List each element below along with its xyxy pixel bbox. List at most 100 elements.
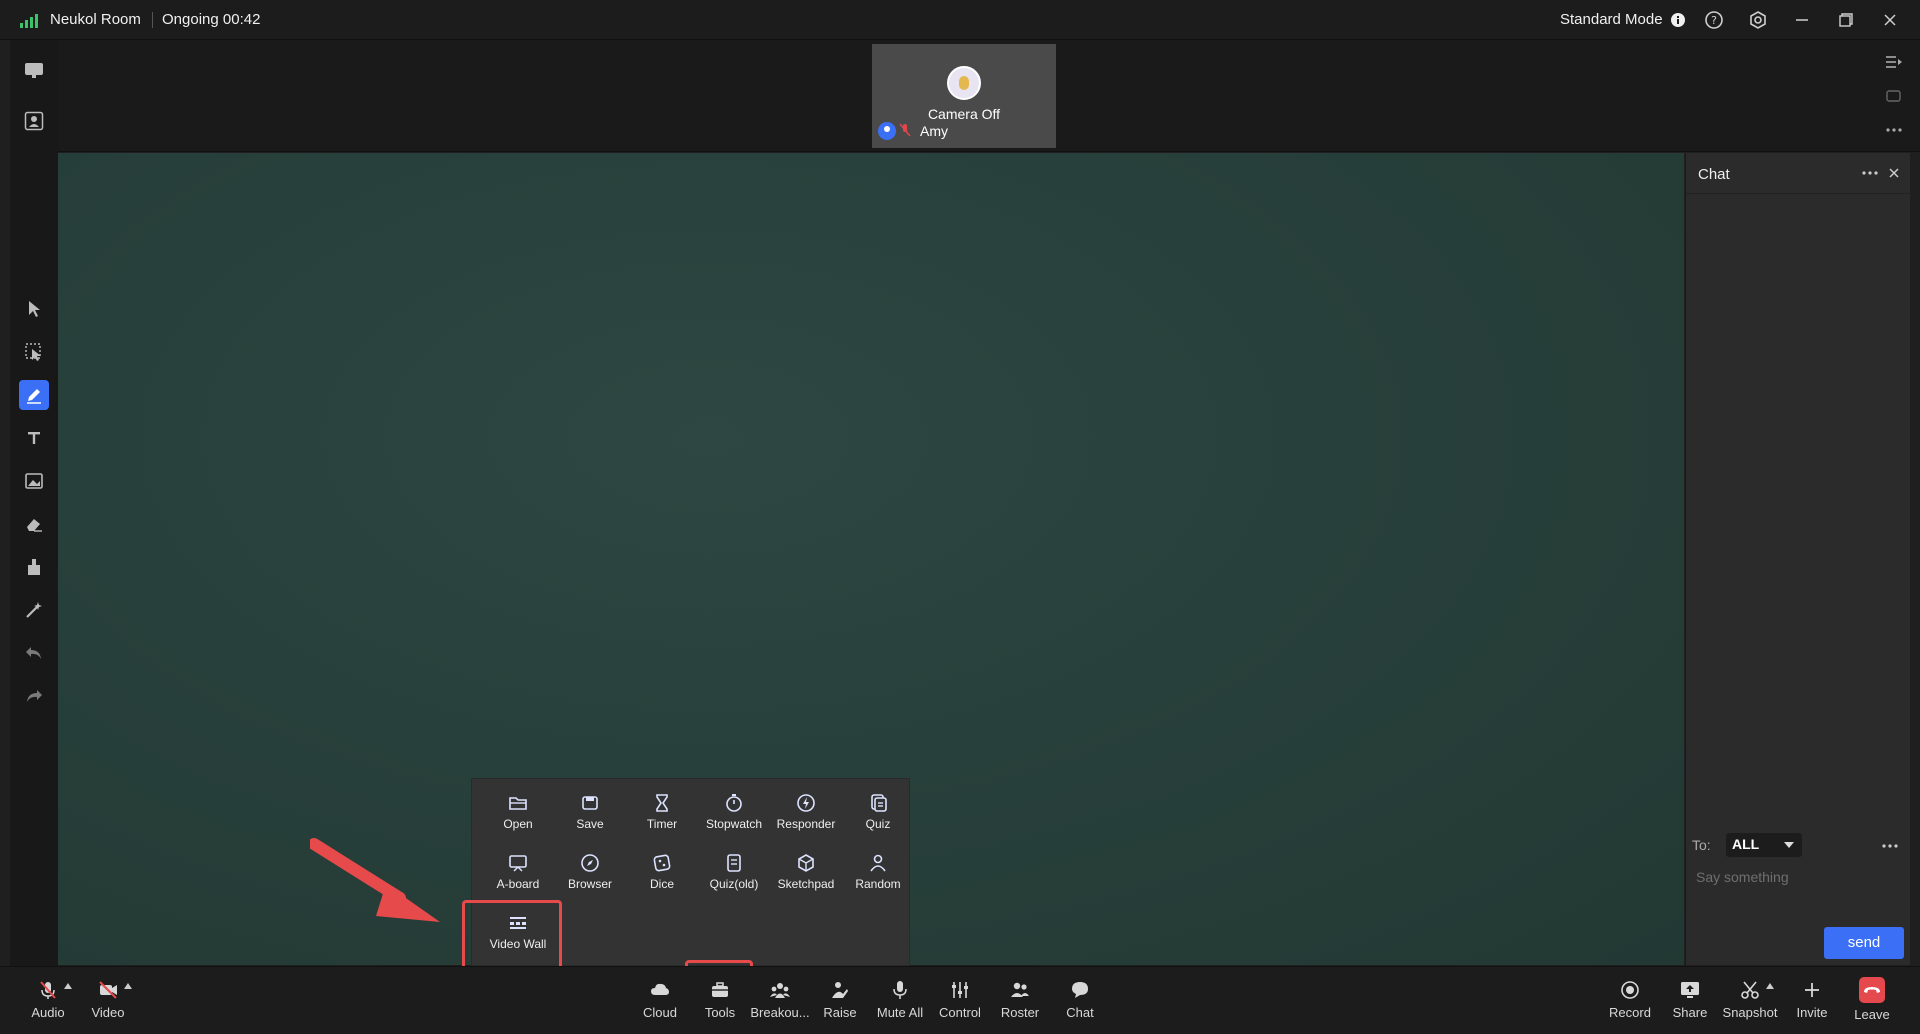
- redo-icon[interactable]: [19, 681, 49, 711]
- roster-button[interactable]: Roster: [990, 975, 1050, 1029]
- camera-off-label: Camera Off: [927, 106, 1001, 122]
- image-tool-icon[interactable]: [19, 466, 49, 496]
- chat-panel: Chat To: ALL send: [1685, 153, 1911, 965]
- signal-strength-icon: [20, 12, 40, 28]
- mic-off-icon: [899, 123, 911, 140]
- tools-label: Tools: [704, 1005, 736, 1020]
- tool-label: Dice: [649, 877, 674, 891]
- chevron-up-icon[interactable]: [124, 983, 132, 989]
- tool-quiz[interactable]: Quiz: [842, 793, 914, 837]
- quiz-icon: [871, 794, 887, 812]
- control-bar: Audio Video Cloud Tools Breakou... Raise…: [0, 966, 1920, 1034]
- more-options-icon[interactable]: [1882, 118, 1906, 142]
- tools-button[interactable]: Tools: [690, 975, 750, 1029]
- tool-stopwatch[interactable]: Stopwatch: [698, 793, 770, 837]
- settings-icon[interactable]: [1746, 8, 1770, 32]
- undo-icon[interactable]: [19, 638, 49, 668]
- tool-save[interactable]: Save: [554, 793, 626, 837]
- user-role-icon: [878, 122, 896, 140]
- tool-responder[interactable]: Responder: [770, 793, 842, 837]
- chat-button[interactable]: Chat: [1050, 975, 1110, 1029]
- roster-people-icon: [1011, 982, 1029, 997]
- pen-icon[interactable]: [19, 380, 49, 410]
- info-icon[interactable]: [1666, 8, 1690, 32]
- tool-random[interactable]: Random: [842, 853, 914, 897]
- chat-title: Chat: [1698, 166, 1730, 183]
- tool-sketchpad[interactable]: Sketchpad: [770, 853, 842, 897]
- scissors-icon: [1741, 981, 1759, 999]
- snapshot-button[interactable]: Snapshot: [1720, 975, 1780, 1029]
- title-divider: [152, 12, 153, 28]
- leave-phone-icon: [1859, 977, 1885, 1003]
- tool-browser[interactable]: Browser: [554, 853, 626, 897]
- clear-board-icon[interactable]: [19, 552, 49, 582]
- chat-label: Chat: [1066, 1005, 1094, 1020]
- toolbox-icon: [712, 982, 728, 997]
- share-button[interactable]: Share: [1660, 975, 1720, 1029]
- pointer-icon[interactable]: [19, 294, 49, 324]
- raise-button[interactable]: Raise: [810, 975, 870, 1029]
- tool-label: Timer: [646, 817, 678, 831]
- selection-icon[interactable]: [19, 337, 49, 367]
- mute-all-button[interactable]: Mute All: [870, 975, 930, 1029]
- compass-icon: [581, 854, 599, 872]
- random-user-icon: [870, 854, 886, 872]
- minimize-icon[interactable]: [1790, 8, 1814, 32]
- roster-label: Roster: [1000, 1005, 1040, 1020]
- help-icon[interactable]: ?: [1702, 8, 1726, 32]
- close-icon[interactable]: [1878, 8, 1902, 32]
- tool-label: Save: [576, 817, 604, 831]
- eraser-icon[interactable]: [19, 509, 49, 539]
- chat-input-more-icon[interactable]: [1882, 835, 1898, 853]
- courseware-icon[interactable]: [19, 56, 49, 86]
- recipient-select[interactable]: ALL: [1726, 833, 1802, 857]
- quiz-old-icon: [727, 854, 741, 872]
- mic-off-icon: [40, 981, 56, 999]
- hourglass-icon: [656, 794, 668, 812]
- send-button[interactable]: send: [1824, 927, 1904, 959]
- text-tool-icon[interactable]: [19, 423, 49, 453]
- record-button[interactable]: Record: [1600, 975, 1660, 1029]
- layout-list-icon[interactable]: [1882, 50, 1906, 74]
- chevron-up-icon[interactable]: [64, 983, 72, 989]
- svg-text:?: ?: [1711, 14, 1717, 27]
- member-view-icon[interactable]: [19, 106, 49, 136]
- chat-message-input[interactable]: [1696, 869, 1896, 885]
- magic-wand-icon[interactable]: [19, 595, 49, 625]
- mode-label[interactable]: Standard Mode: [1560, 11, 1663, 28]
- audio-button[interactable]: Audio: [18, 975, 78, 1029]
- control-label: Control: [939, 1005, 981, 1020]
- control-button[interactable]: Control: [930, 975, 990, 1029]
- leave-button[interactable]: Leave: [1842, 975, 1902, 1029]
- raise-label: Raise: [823, 1005, 857, 1020]
- stopwatch-icon: [726, 794, 742, 812]
- video-button[interactable]: Video: [78, 975, 138, 1029]
- cloud-button[interactable]: Cloud: [630, 975, 690, 1029]
- tool-open[interactable]: Open: [482, 793, 554, 837]
- mute-all-label: Mute All: [876, 1005, 924, 1020]
- breakout-button[interactable]: Breakou...: [750, 975, 810, 1029]
- record-label: Record: [1609, 1005, 1651, 1020]
- chevron-down-icon: [1784, 842, 1794, 848]
- chat-more-icon[interactable]: [1860, 163, 1880, 183]
- tool-timer[interactable]: Timer: [626, 793, 698, 837]
- video-label: Video: [91, 1005, 125, 1020]
- raise-hand-icon: [832, 982, 848, 998]
- plus-icon: [1805, 983, 1819, 997]
- video-tile[interactable]: Camera Off Amy: [872, 44, 1056, 148]
- chevron-up-icon[interactable]: [1766, 983, 1774, 989]
- tool-dice[interactable]: Dice: [626, 853, 698, 897]
- chat-close-icon[interactable]: [1884, 163, 1904, 183]
- video-wall-highlight: [462, 900, 562, 970]
- share-screen-icon: [1681, 982, 1699, 998]
- invite-button[interactable]: Invite: [1782, 975, 1842, 1029]
- cloud-icon: [651, 983, 669, 995]
- audio-label: Audio: [31, 1005, 65, 1020]
- switch-view-icon[interactable]: [1882, 84, 1906, 108]
- participant-name: Amy: [920, 123, 948, 139]
- tool-a-board[interactable]: A-board: [482, 853, 554, 897]
- tool-label: A-board: [496, 877, 540, 891]
- title-bar: Neukol Room Ongoing 00:42 Standard Mode …: [0, 0, 1920, 40]
- restore-icon[interactable]: [1834, 8, 1858, 32]
- tool-quiz-old[interactable]: Quiz(old): [698, 853, 770, 897]
